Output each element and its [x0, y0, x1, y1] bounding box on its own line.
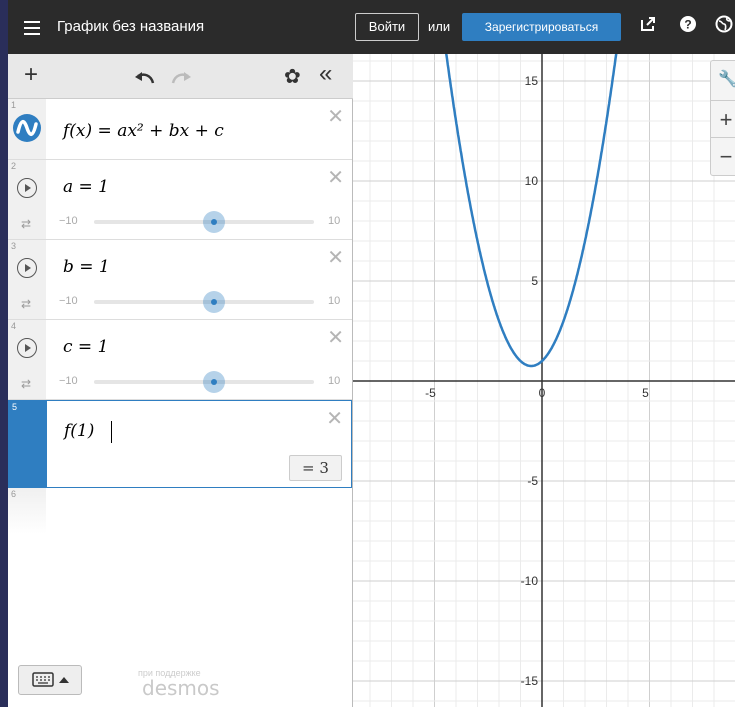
desmos-logo-icon — [12, 113, 42, 148]
signup-button[interactable]: Зарегистрироваться — [462, 13, 621, 41]
expression-input[interactable]: f(1) — [64, 421, 94, 441]
expression-row[interactable]: 3 ⇄ b = 1 −10 10 ✕ — [8, 240, 352, 320]
share-icon[interactable] — [638, 15, 658, 35]
loop-icon[interactable]: ⇄ — [21, 297, 31, 311]
slider-handle[interactable] — [203, 291, 225, 313]
graph-area[interactable]: -10-50515105-5-10-15 🔧 + − — [353, 54, 735, 707]
window-edge — [0, 0, 8, 707]
close-icon[interactable]: ✕ — [327, 328, 344, 348]
graph-canvas[interactable]: -10-50515105-5-10-15 — [353, 54, 735, 707]
expression-index: 4 — [11, 321, 17, 331]
graph-title[interactable]: График без названия — [57, 18, 204, 35]
menu-icon[interactable] — [24, 21, 40, 35]
expression-row-empty[interactable]: 6 — [8, 488, 352, 534]
zoom-in-icon[interactable]: + — [711, 100, 735, 138]
y-tick-label: 15 — [525, 74, 539, 88]
y-tick-label: -10 — [521, 574, 539, 588]
login-button[interactable]: Войти — [355, 13, 419, 41]
svg-text:?: ? — [684, 18, 691, 32]
expression-index: 3 — [11, 241, 17, 251]
evaluation-result: = 3 — [289, 455, 342, 481]
y-tick-label: -5 — [527, 474, 538, 488]
expression-text[interactable]: f(x) = ax² + bx + c — [63, 121, 224, 141]
expression-row[interactable]: 4 ⇄ c = 1 −10 10 ✕ — [8, 320, 352, 400]
globe-icon[interactable] — [714, 15, 734, 35]
redo-icon[interactable] — [171, 65, 193, 91]
expression-index: 5 — [12, 402, 18, 412]
expression-gutter — [9, 401, 47, 487]
expression-index: 1 — [11, 100, 17, 110]
slider-handle[interactable] — [203, 211, 225, 233]
keyboard-toggle-button[interactable] — [18, 665, 82, 695]
keyboard-icon — [32, 672, 69, 687]
expression-row-selected[interactable]: 5 f(1) ✕ = 3 — [8, 400, 352, 488]
loop-icon[interactable]: ⇄ — [21, 377, 31, 391]
slider-handle[interactable] — [203, 371, 225, 393]
expression-index: 6 — [11, 489, 17, 499]
settings-icon[interactable]: ✿ — [284, 64, 301, 90]
y-tick-label: 5 — [531, 274, 538, 288]
expression-text[interactable]: a = 1 — [63, 177, 109, 197]
x-tick-label: 0 — [539, 386, 546, 400]
desmos-logo[interactable]: desmos — [142, 676, 220, 700]
x-tick-label: -5 — [425, 386, 436, 400]
close-icon[interactable]: ✕ — [326, 409, 343, 429]
or-label: или — [428, 19, 451, 34]
expression-toolbar: + ✿ « — [8, 54, 353, 99]
slider-min[interactable]: −10 — [59, 215, 78, 227]
loop-icon[interactable]: ⇄ — [21, 217, 31, 231]
play-icon[interactable] — [17, 338, 37, 358]
text-cursor — [111, 421, 112, 443]
slider-max[interactable]: 10 — [328, 295, 340, 307]
wrench-icon[interactable]: 🔧 — [718, 69, 735, 89]
expression-row[interactable]: 1 f(x) = ax² + bx + c ✕ — [8, 99, 352, 160]
slider-max[interactable]: 10 — [328, 215, 340, 227]
add-icon[interactable]: + — [24, 62, 38, 88]
help-icon[interactable]: ? — [678, 15, 698, 35]
slider-max[interactable]: 10 — [328, 375, 340, 387]
play-icon[interactable] — [17, 258, 37, 278]
expression-text[interactable]: b = 1 — [63, 257, 110, 277]
close-icon[interactable]: ✕ — [327, 107, 344, 127]
slider-min[interactable]: −10 — [59, 375, 78, 387]
collapse-icon[interactable]: « — [319, 61, 332, 87]
zoom-out-icon[interactable]: − — [711, 137, 735, 175]
close-icon[interactable]: ✕ — [327, 168, 344, 188]
graph-tools: 🔧 + − — [710, 60, 735, 176]
undo-icon[interactable] — [133, 65, 155, 91]
slider-min[interactable]: −10 — [59, 295, 78, 307]
y-tick-label: -15 — [521, 674, 539, 688]
play-icon[interactable] — [17, 178, 37, 198]
x-tick-label: 5 — [642, 386, 649, 400]
expression-index: 2 — [11, 161, 17, 171]
expression-row[interactable]: 2 ⇄ a = 1 −10 10 ✕ — [8, 160, 352, 240]
expression-panel: + ✿ « 1 f(x) = ax² + bx + c ✕ 2 ⇄ a = 1 … — [8, 54, 353, 707]
top-bar: График без названия Войти или Зарегистри… — [8, 0, 735, 54]
close-icon[interactable]: ✕ — [327, 248, 344, 268]
y-tick-label: 10 — [525, 174, 539, 188]
expression-text[interactable]: c = 1 — [63, 337, 108, 357]
